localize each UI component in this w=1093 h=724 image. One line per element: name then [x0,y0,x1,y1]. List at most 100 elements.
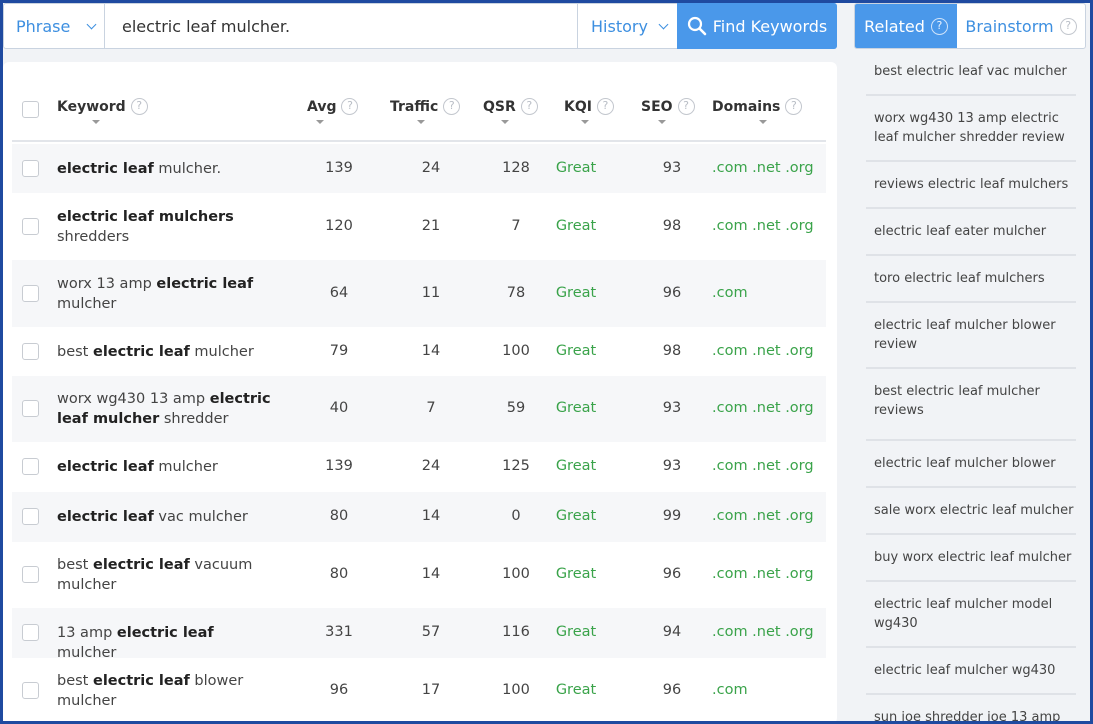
table-row[interactable]: worx wg430 13 amp electric leaf mulcher … [12,376,826,442]
table-header: Keyword ? Avg ? Traffic ? QSR ? KQI ? SE… [12,62,826,142]
row-checkbox[interactable] [22,400,39,417]
related-keyword-item[interactable]: best electric leaf mulcher reviews [866,369,1076,441]
keyword-cell[interactable]: worx 13 amp electric leaf mulcher [57,274,272,314]
related-keyword-item[interactable]: buy worx electric leaf mulcher [866,535,1076,582]
search-icon [687,16,707,36]
related-keyword-item[interactable]: sale worx electric leaf mulcher [866,488,1076,535]
qsr-cell: 100 [502,342,530,359]
help-icon[interactable]: ? [341,98,359,115]
keyword-cell[interactable]: electric leaf mulcher. [57,159,272,179]
domains-cell[interactable]: .com .net .org [712,343,814,359]
panel-tabs: Related ? Brainstorm ? [854,3,1086,49]
domains-cell[interactable]: .com [712,682,748,698]
table-row[interactable]: electric leaf vac mulcher 80 14 0 Great 99 .co… [12,492,826,542]
row-checkbox[interactable] [22,682,39,699]
column-avg-label: Avg [307,98,337,115]
related-keyword-item[interactable]: toro electric leaf mulchers [866,256,1076,303]
domains-cell[interactable]: .com [712,285,748,301]
find-keywords-label: Find Keywords [712,16,828,36]
qsr-cell: 0 [511,508,521,524]
seo-cell: 93 [662,159,682,176]
table-row[interactable]: best electric leaf mulcher 79 14 100 Great 98… [12,327,826,376]
keyword-text: mulcher. [153,160,222,177]
keyword-cell[interactable]: best electric leaf blower mulcher [57,671,272,711]
keyword-cell[interactable]: best electric leaf mulcher [57,342,272,362]
sort-caret-icon [759,120,767,124]
avg-cell: 80 [329,566,349,582]
table-row[interactable]: best electric leaf blower mulcher 96 17 100… [12,658,826,724]
related-keyword-item[interactable]: electric leaf eater mulcher [866,209,1076,256]
row-checkbox[interactable] [22,624,39,641]
keyword-match-text: electric leaf [57,459,154,475]
help-icon[interactable]: ? [520,98,538,115]
domains-cell[interactable]: .com .net .org [712,508,814,524]
related-keyword-item[interactable]: sun joe shredder joe 13 amp [866,695,1076,724]
sort-caret-icon [92,120,100,124]
row-checkbox[interactable] [22,458,39,475]
row-checkbox[interactable] [22,159,39,177]
row-checkbox[interactable] [22,566,39,583]
phrase-mode-select[interactable]: Phrase [4,4,105,48]
related-keyword-item[interactable]: best electric leaf vac mulcher [866,49,1076,96]
qsr-cell: 7 [511,217,521,234]
keyword-cell[interactable]: best electric leaf vacuum mulcher [57,555,272,595]
traffic-cell: 14 [421,508,441,524]
column-kqi[interactable]: KQI ? [564,98,614,124]
domains-cell[interactable]: .com .net .org [712,160,814,176]
kqi-cell: Great [555,458,597,474]
keyword-text: shredders [57,228,130,245]
related-keyword-item[interactable]: electric leaf mulcher model wg430 [866,582,1076,648]
help-icon[interactable]: ? [677,98,695,115]
help-icon[interactable]: ? [1059,17,1077,35]
domains-cell[interactable]: .com .net .org [712,400,814,416]
keyword-cell[interactable]: 13 amp electric leaf mulcher [57,623,272,663]
keyword-table: Keyword ? Avg ? Traffic ? QSR ? KQI ? SE… [3,62,837,724]
column-seo[interactable]: SEO ? [641,98,695,124]
related-keyword-item[interactable]: electric leaf mulcher blower review [866,303,1076,369]
row-checkbox[interactable] [22,342,39,360]
row-checkbox[interactable] [22,508,39,525]
table-row[interactable]: electric leaf mulcher 139 24 125 Great 93 .com… [12,442,826,492]
domains-cell[interactable]: .com .net .org [712,218,814,234]
sort-caret-icon [501,120,509,124]
domains-cell[interactable]: .com .net .org [712,458,814,474]
row-checkbox[interactable] [22,217,39,235]
domains-cell[interactable]: .com .net .org [712,566,814,582]
column-traffic[interactable]: Traffic ? [390,98,461,124]
select-all-checkbox[interactable] [22,101,39,118]
column-domains[interactable]: Domains ? [712,98,803,124]
table-row[interactable]: best electric leaf vacuum mulcher 80 14 100… [12,542,826,608]
traffic-cell: 24 [421,159,441,176]
tab-brainstorm[interactable]: Brainstorm ? [957,4,1085,48]
column-avg[interactable]: Avg ? [307,98,359,124]
keyword-cell[interactable]: electric leaf mulcher [57,457,272,477]
related-keyword-item[interactable]: reviews electric leaf mulchers [866,162,1076,209]
related-keyword-item[interactable]: worx wg430 13 amp electric leaf mulcher … [866,96,1076,162]
table-row[interactable]: electric leaf mulcher. 139 24 128 Great 93 .co… [12,144,826,193]
keyword-cell[interactable]: electric leaf vac mulcher [57,507,272,527]
avg-cell: 96 [329,682,349,698]
related-keyword-item[interactable]: electric leaf mulcher blower [866,441,1076,488]
related-keyword-item[interactable]: electric leaf mulcher wg430 [866,648,1076,695]
help-icon[interactable]: ? [596,98,614,115]
help-icon[interactable]: ? [443,98,461,115]
keyword-cell[interactable]: worx wg430 13 amp electric leaf mulcher … [57,389,272,429]
column-qsr[interactable]: QSR ? [483,98,538,124]
help-icon[interactable]: ? [930,17,948,35]
help-icon[interactable]: ? [785,98,803,115]
table-row[interactable]: electric leaf mulchers shredders 120 21 7 Gr… [12,193,826,260]
history-select[interactable]: History [577,4,677,48]
search-input[interactable] [105,4,577,48]
tab-related[interactable]: Related ? [855,4,957,48]
keyword-match-text: electric leaf [156,275,254,292]
column-keyword[interactable]: Keyword ? [57,98,148,124]
column-traffic-label: Traffic [390,98,439,115]
seo-cell: 93 [662,458,682,474]
row-checkbox[interactable] [22,284,39,302]
domains-cell[interactable]: .com .net .org [712,624,814,640]
table-row[interactable]: 13 amp electric leaf mulcher 331 57 116 Grea… [12,608,826,661]
find-keywords-button[interactable]: Find Keywords [677,3,837,49]
help-icon[interactable]: ? [130,98,148,115]
keyword-cell[interactable]: electric leaf mulchers shredders [57,207,272,247]
table-row[interactable]: worx 13 amp electric leaf mulcher 64 11 78 G… [12,260,826,327]
